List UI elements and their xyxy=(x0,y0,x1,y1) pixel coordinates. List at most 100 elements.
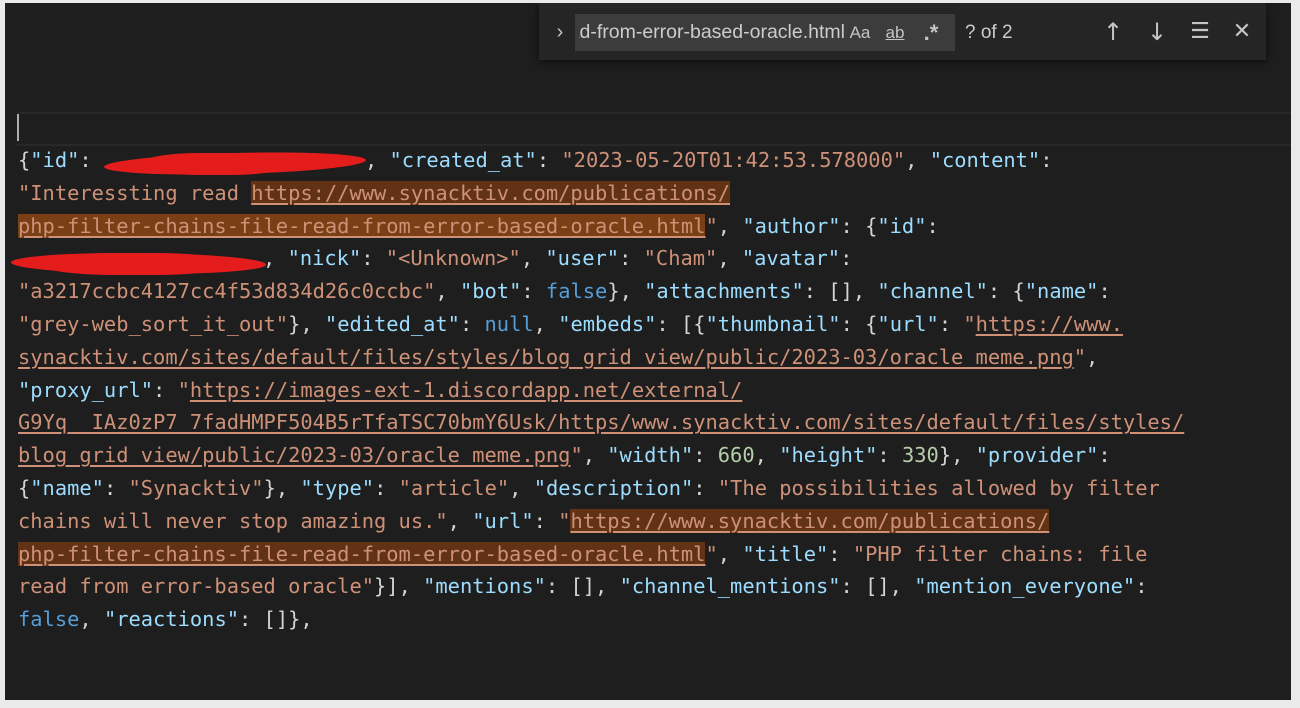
token: " xyxy=(963,311,976,336)
token: "mentions" xyxy=(423,574,546,599)
token: 330 xyxy=(901,443,939,468)
code-content[interactable]: {"id": , "created_at": "2023-05-20T01:42… xyxy=(18,144,1184,636)
token: "a3217ccbc4127cc4f53d834d26c0ccbc" xyxy=(18,279,436,304)
token: : { xyxy=(840,213,878,238)
token: : xyxy=(533,508,559,533)
token: : xyxy=(619,246,644,271)
token: " xyxy=(177,377,190,402)
code-line-11: {"name": "Synacktiv"}, "type": "article"… xyxy=(18,472,1184,505)
token: null xyxy=(484,311,534,336)
token: "edited_at" xyxy=(324,311,460,336)
token: : [{ xyxy=(656,311,706,336)
text-cursor xyxy=(17,114,19,141)
token: "description" xyxy=(533,475,694,500)
code-line-14: read from error-based oracle"}], "mentio… xyxy=(18,570,1184,603)
token: : xyxy=(840,246,853,271)
token: : [], xyxy=(803,279,878,304)
token: "nick" xyxy=(287,246,362,271)
regex-toggle[interactable]: .* xyxy=(915,20,947,46)
current-line-highlight xyxy=(17,112,1291,146)
token: "created_at" xyxy=(389,148,537,172)
token: , xyxy=(1086,344,1099,369)
token: "bot" xyxy=(459,279,522,304)
token: : xyxy=(521,279,546,304)
token: , xyxy=(435,279,460,304)
token: : xyxy=(693,443,718,468)
link[interactable]: G9Yq__IAz0zP7_7fadHMPF504B5rTfaTSC70bmY6… xyxy=(18,410,1184,434)
token: , xyxy=(754,443,780,468)
code-line-6: "grey-web_sort_it_out"}, "edited_at": nu… xyxy=(18,308,1184,341)
token: "<Unknown>" xyxy=(385,246,521,271)
token: , xyxy=(364,148,390,172)
token: : xyxy=(103,475,129,500)
code-line-3: php-filter-chains-file-read-from-error-b… xyxy=(18,210,1184,243)
token: " xyxy=(558,508,571,533)
token: , xyxy=(263,246,288,271)
link[interactable]: https://www. xyxy=(976,312,1123,336)
token: " xyxy=(705,541,718,566)
match-whole-word-toggle[interactable]: ab xyxy=(878,20,912,46)
match-case-toggle[interactable]: Aa xyxy=(845,20,875,46)
link[interactable]: https://images-ext-1.discordapp.net/exte… xyxy=(190,378,742,402)
editor-pane[interactable]: › Aa ab .* ? of 2 ↑ ↓ ☰ ✕ {"id": , "crea… xyxy=(5,3,1291,700)
token: "The possibilities allowed by filter xyxy=(717,475,1160,500)
token: "Cham" xyxy=(643,246,718,271)
find-input-box: Aa ab .* xyxy=(575,14,955,51)
token: : xyxy=(877,443,902,468)
link[interactable]: https://www.synacktiv.com/publications/ xyxy=(570,508,1050,533)
link-current-match[interactable]: php-filter-chains-file-read-from-error-b… xyxy=(18,213,706,238)
token: , xyxy=(717,246,742,271)
code-line-13: php-filter-chains-file-read-from-error-b… xyxy=(18,538,1184,571)
token: }], xyxy=(374,574,424,599)
previous-match-arrow-icon[interactable]: ↑ xyxy=(1098,17,1128,47)
find-widget: › Aa ab .* ? of 2 ↑ ↓ ☰ ✕ xyxy=(539,3,1266,60)
token: "name" xyxy=(30,475,104,500)
token: , xyxy=(447,508,473,533)
token: "channel_mentions" xyxy=(619,574,841,599)
token: "PHP filter chains: file xyxy=(852,541,1148,566)
token: , xyxy=(533,311,559,336)
code-line-2: "Interessting read https://www.synacktiv… xyxy=(18,177,1184,210)
token: "thumbnail" xyxy=(705,311,841,336)
token: "id" xyxy=(30,148,80,172)
link[interactable]: synacktiv.com/sites/default/files/styles… xyxy=(18,345,1074,369)
code-line-7: synacktiv.com/sites/default/files/styles… xyxy=(18,341,1184,374)
token: : [], xyxy=(840,574,915,599)
link[interactable]: https://www.synacktiv.com/publications/ xyxy=(251,180,731,205)
token: "article" xyxy=(398,475,510,500)
find-in-selection-icon[interactable]: ☰ xyxy=(1185,17,1215,47)
token: "embeds" xyxy=(558,311,657,336)
next-match-arrow-icon[interactable]: ↓ xyxy=(1142,17,1172,47)
token: "avatar" xyxy=(741,246,841,271)
token: { xyxy=(18,148,31,172)
token: : xyxy=(938,311,964,336)
code-line-15: false, "reactions": []}, xyxy=(18,603,1184,636)
token: , xyxy=(79,607,104,632)
token: : xyxy=(828,541,853,566)
find-input[interactable] xyxy=(579,14,845,51)
token: "url" xyxy=(877,311,939,336)
token: }, xyxy=(938,443,976,468)
token: 660 xyxy=(717,443,755,468)
link-match[interactable]: php-filter-chains-file-read-from-error-b… xyxy=(18,541,706,566)
token: "reactions" xyxy=(103,607,239,632)
token: "Synacktiv" xyxy=(128,475,264,500)
token: : xyxy=(926,213,939,238)
code-line-10: blog_grid_view/public/2023-03/oracle_mem… xyxy=(18,439,1184,472)
token: , xyxy=(509,475,534,500)
token: , xyxy=(717,541,743,566)
token: : { xyxy=(987,279,1025,304)
token: false xyxy=(545,279,608,304)
token: chains will never stop amazing us." xyxy=(18,508,448,533)
token: : xyxy=(79,148,104,172)
token: " xyxy=(705,213,718,238)
close-find-icon[interactable]: ✕ xyxy=(1227,17,1257,47)
token: : xyxy=(693,475,718,500)
token: : xyxy=(1098,443,1111,468)
toggle-replace-chevron-icon[interactable]: › xyxy=(549,19,571,45)
link[interactable]: blog_grid_view/public/2023-03/oracle_mem… xyxy=(18,443,570,467)
token: "height" xyxy=(779,443,878,468)
token: : xyxy=(1135,574,1148,599)
token: : xyxy=(536,148,562,172)
token: false xyxy=(18,607,80,632)
